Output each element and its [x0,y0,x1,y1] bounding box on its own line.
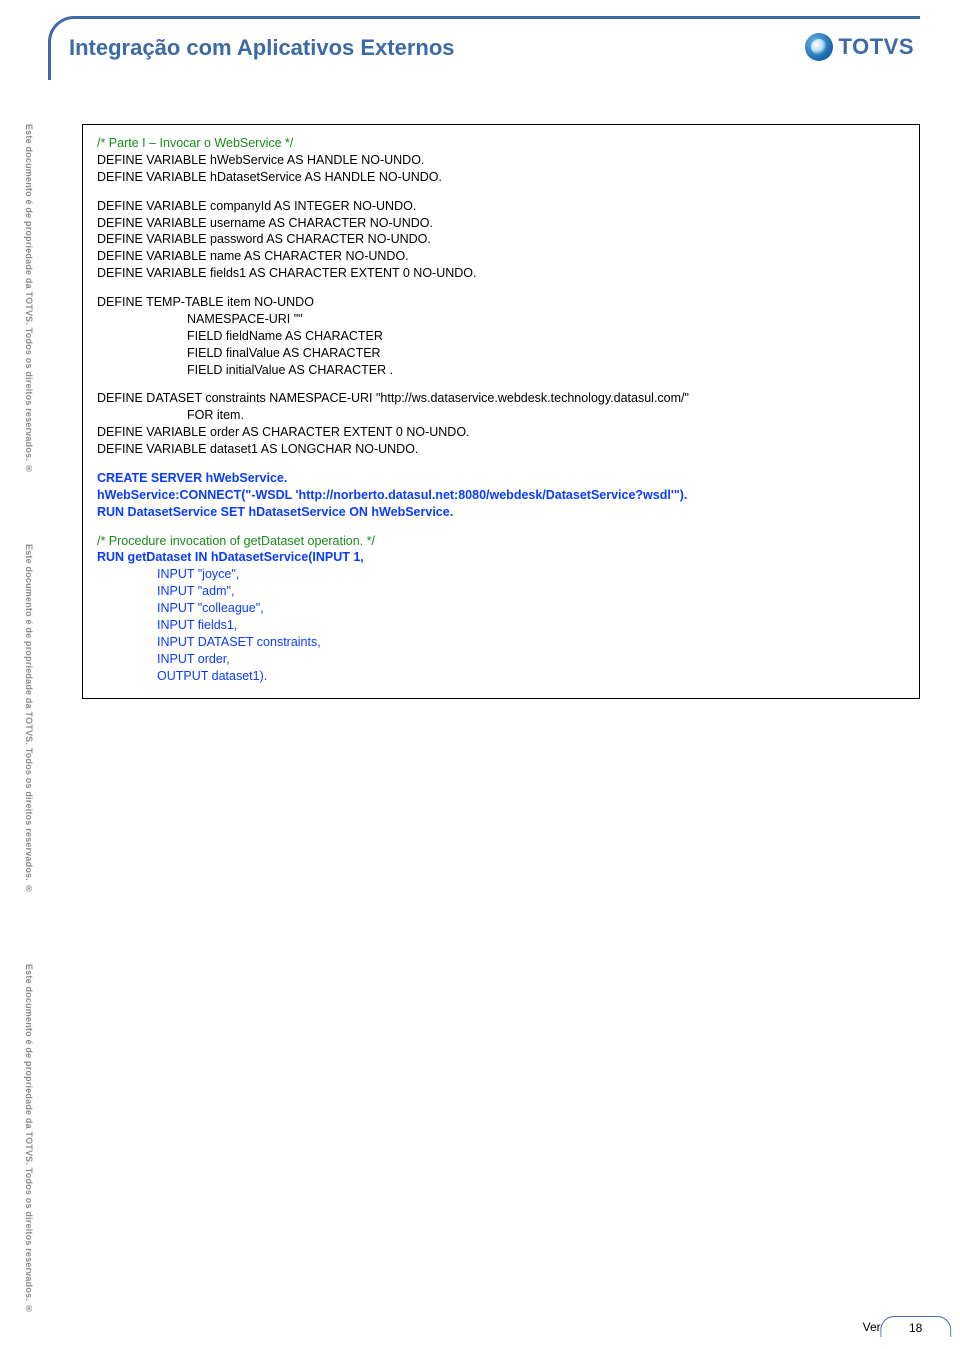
page-number: 18 [880,1316,951,1337]
code-line-highlight: INPUT order, [97,651,905,668]
code-line: DEFINE VARIABLE hWebService AS HANDLE NO… [97,152,905,169]
side-margin-notes: Este documento é de propriedade da TOTVS… [10,124,34,1314]
code-line: DEFINE DATASET constraints NAMESPACE-URI… [97,390,905,407]
code-line: FIELD finalValue AS CHARACTER [97,345,905,362]
brand-name: TOTVS [839,34,914,60]
code-line: DEFINE VARIABLE name AS CHARACTER NO-UND… [97,248,905,265]
code-line: FOR item. [97,407,905,424]
page-header: Integração com Aplicativos Externos TOTV… [48,16,920,80]
page-footer: 18 Versão 1.0 [48,1316,920,1337]
brand-logo: TOTVS [805,33,914,61]
code-line: DEFINE VARIABLE hDatasetService AS HANDL… [97,169,905,186]
code-line-highlight: RUN DatasetService SET hDatasetService O… [97,504,905,521]
code-line: DEFINE VARIABLE password AS CHARACTER NO… [97,231,905,248]
code-line-highlight: OUTPUT dataset1). [97,668,905,685]
code-line: FIELD fieldName AS CHARACTER [97,328,905,345]
code-line: DEFINE VARIABLE order AS CHARACTER EXTEN… [97,424,905,441]
code-line-highlight: INPUT DATASET constraints, [97,634,905,651]
code-line-highlight: hWebService:CONNECT("-WSDL 'http://norbe… [97,487,905,504]
code-line: FIELD initialValue AS CHARACTER . [97,362,905,379]
code-line: NAMESPACE-URI "" [97,311,905,328]
margin-note: Este documento é de propriedade da TOTVS… [10,124,34,474]
margin-note: Este documento é de propriedade da TOTVS… [10,964,34,1314]
code-line-highlight: INPUT "adm", [97,583,905,600]
code-line-highlight: INPUT "joyce", [97,566,905,583]
margin-note: Este documento é de propriedade da TOTVS… [10,544,34,894]
page-title: Integração com Aplicativos Externos [69,35,455,61]
code-line: DEFINE TEMP-TABLE item NO-UNDO [97,294,905,311]
code-line-highlight: RUN getDataset IN hDatasetService(INPUT … [97,549,905,566]
page: Este documento é de propriedade da TOTVS… [0,0,960,1349]
code-line: DEFINE VARIABLE fields1 AS CHARACTER EXT… [97,265,905,282]
code-block: /* Parte I – Invocar o WebService */ DEF… [82,124,920,699]
code-comment: /* Procedure invocation of getDataset op… [97,533,905,550]
code-comment: /* Parte I – Invocar o WebService */ [97,135,905,152]
code-line: DEFINE VARIABLE dataset1 AS LONGCHAR NO-… [97,441,905,458]
code-line-highlight: CREATE SERVER hWebService. [97,470,905,487]
code-line-highlight: INPUT "colleague", [97,600,905,617]
globe-icon [805,33,833,61]
code-line-highlight: INPUT fields1, [97,617,905,634]
code-line: DEFINE VARIABLE companyId AS INTEGER NO-… [97,198,905,215]
code-line: DEFINE VARIABLE username AS CHARACTER NO… [97,215,905,232]
